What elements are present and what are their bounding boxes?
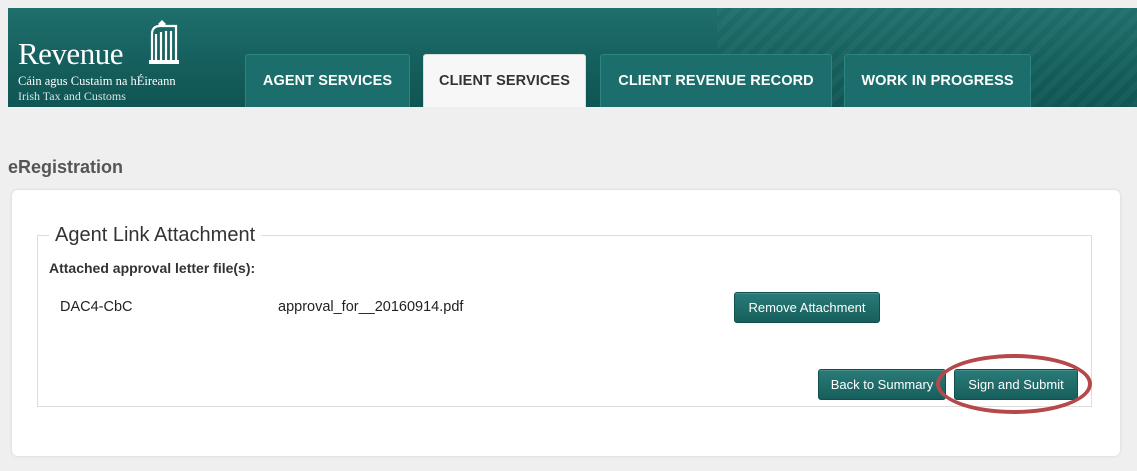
page-title: eRegistration	[8, 157, 124, 177]
sign-and-submit-button[interactable]: Sign and Submit	[954, 369, 1078, 400]
logo-irish-tagline: Cáin agus Custaim na hÉireann	[18, 74, 176, 88]
tab-work-in-progress[interactable]: WORK IN PROGRESS	[844, 54, 1031, 107]
tab-agent-services[interactable]: AGENT SERVICES	[245, 54, 410, 107]
content-card: Agent Link Attachment Attached approval …	[12, 190, 1120, 456]
logo-english-tagline: Irish Tax and Customs	[18, 89, 126, 103]
logo-name: Revenue	[18, 36, 123, 71]
tab-client-services[interactable]: CLIENT SERVICES	[423, 54, 586, 107]
attachment-filename: approval_for__20160914.pdf	[278, 299, 464, 315]
attachment-code: DAC4-CbC	[60, 299, 133, 315]
agent-link-attachment-fieldset: Agent Link Attachment Attached approval …	[37, 223, 1092, 407]
attached-files-heading: Attached approval letter file(s):	[49, 260, 256, 276]
revenue-logo[interactable]: Revenue Cáin agus Custaim na hÉireann Ir…	[18, 18, 238, 102]
tab-client-revenue-record[interactable]: CLIENT REVENUE RECORD	[600, 54, 832, 107]
remove-attachment-button[interactable]: Remove Attachment	[734, 292, 880, 323]
harp-icon	[149, 20, 179, 64]
site-header: Revenue Cáin agus Custaim na hÉireann Ir…	[8, 8, 1137, 107]
back-to-summary-button[interactable]: Back to Summary	[818, 369, 946, 400]
fieldset-legend: Agent Link Attachment	[49, 223, 262, 247]
